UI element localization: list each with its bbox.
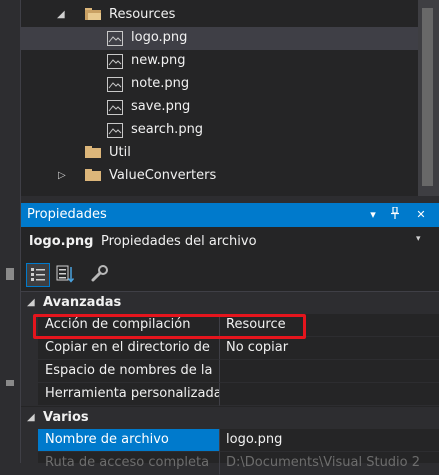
property-value[interactable]: D:\Documents\Visual Studio 2 — [219, 452, 439, 475]
scrollbar-thumb[interactable] — [422, 8, 433, 186]
tree-item-label: ValueConverters — [109, 168, 217, 183]
window-position-dropdown-icon[interactable]: ▾ — [365, 207, 381, 223]
tree-item-note-png[interactable]: note.png — [21, 73, 418, 96]
tree-item-label: search.png — [131, 122, 204, 137]
sort-alphabetical-icon — [56, 265, 75, 283]
properties-titlebar: Propiedades ▾ ✕ — [21, 203, 439, 227]
wrench-icon — [91, 265, 108, 282]
tree-item-label: Util — [109, 145, 131, 160]
dock-tab-marker[interactable] — [6, 268, 14, 280]
highlight-annotation-box — [33, 314, 306, 339]
expanded-arrow-icon[interactable]: ◢ — [27, 297, 35, 308]
dock-tab-marker[interactable] — [6, 380, 14, 386]
property-name: Ruta de acceso completa — [38, 452, 219, 475]
property-value[interactable] — [219, 383, 439, 406]
tree-item-search-png[interactable]: search.png — [21, 119, 418, 142]
tree-item-label: Resources — [109, 7, 176, 22]
image-file-icon — [107, 54, 123, 69]
tree-item-label: note.png — [131, 76, 190, 91]
image-file-icon — [107, 100, 123, 115]
tree-item-label: logo.png — [131, 30, 188, 45]
tree-item-util[interactable]: Util — [21, 142, 418, 165]
solution-explorer-tree: ◢ Resources logo.png new.png note.png sa… — [21, 0, 418, 196]
folder-open-icon — [85, 8, 101, 20]
property-value[interactable] — [219, 360, 439, 383]
panel-title: Propiedades — [27, 207, 107, 222]
folder-icon — [85, 169, 101, 181]
expanded-arrow-icon[interactable]: ◢ — [57, 8, 67, 22]
property-name: Espacio de nombres de la — [38, 360, 219, 383]
tree-item-new-png[interactable]: new.png — [21, 50, 418, 73]
property-value[interactable]: logo.png — [219, 429, 439, 452]
image-file-icon — [107, 77, 123, 92]
pin-icon[interactable] — [387, 206, 403, 223]
tree-vertical-scrollbar[interactable] — [418, 0, 439, 196]
category-avanzadas[interactable]: ◢ Avanzadas — [21, 292, 439, 314]
image-file-icon — [107, 123, 123, 138]
property-name: Copiar en el directorio de — [38, 337, 219, 360]
object-selector[interactable]: logo.png Propiedades del archivo ▾ — [21, 230, 439, 252]
tree-item-save-png[interactable]: save.png — [21, 96, 418, 119]
category-label: Varios — [43, 410, 89, 425]
image-file-icon — [107, 31, 123, 46]
property-row-file-name[interactable]: Nombre de archivo logo.png — [21, 429, 439, 452]
object-name: logo.png — [29, 234, 94, 249]
property-row-custom-namespace[interactable]: Espacio de nombres de la — [21, 360, 439, 383]
tree-item-label: save.png — [131, 99, 191, 114]
expanded-arrow-icon[interactable]: ◢ — [27, 412, 35, 423]
tree-item-valueconverters[interactable]: ▷ ValueConverters — [21, 165, 418, 188]
folder-icon — [85, 146, 101, 158]
property-row-copy-to-output[interactable]: Copiar en el directorio de No copiar — [21, 337, 439, 360]
property-name: Herramienta personalizada — [38, 383, 219, 406]
collapsed-arrow-icon[interactable]: ▷ — [58, 169, 68, 183]
tree-item-resources[interactable]: ◢ Resources — [21, 4, 418, 27]
categorized-icon — [31, 268, 45, 281]
property-row-custom-tool[interactable]: Herramienta personalizada — [21, 383, 439, 406]
tree-item-label: new.png — [131, 53, 186, 68]
alphabetical-view-button[interactable] — [54, 263, 78, 287]
close-icon[interactable]: ✕ — [413, 207, 429, 223]
property-row-full-path[interactable]: Ruta de acceso completa D:\Documents\Vis… — [21, 452, 439, 475]
left-dock-strip — [0, 0, 21, 463]
categorized-view-button[interactable] — [26, 263, 50, 287]
property-pages-button[interactable] — [88, 263, 112, 287]
property-name: Nombre de archivo — [38, 429, 219, 452]
property-value[interactable]: No copiar — [219, 337, 439, 360]
chevron-down-icon[interactable]: ▾ — [416, 234, 421, 244]
tree-item-logo-png[interactable]: logo.png — [21, 27, 418, 50]
category-label: Avanzadas — [43, 295, 122, 310]
category-varios[interactable]: ◢ Varios — [21, 407, 439, 429]
object-type: Propiedades del archivo — [101, 234, 257, 249]
properties-toolbar — [21, 259, 439, 289]
